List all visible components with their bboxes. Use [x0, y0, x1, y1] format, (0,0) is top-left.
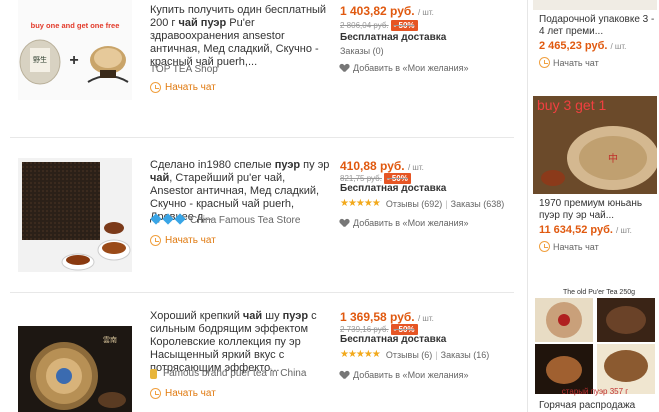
free-shipping-label: Бесплатная доставка — [340, 183, 447, 194]
diamond-badge-icon — [150, 213, 186, 226]
orders-link[interactable]: Заказы (16) — [441, 350, 490, 360]
price: 410,88 руб. / шт. — [340, 159, 424, 173]
recommended-price: 2 465,23 руб. / шт. — [539, 40, 627, 52]
discount-badge: - 50% — [390, 20, 418, 31]
store-name[interactable]: TOP TEA Shop — [150, 64, 218, 75]
svg-text:雲南: 雲南 — [103, 335, 117, 344]
product-title[interactable]: Хороший крепкий чай шу пуэр с сильным бо… — [150, 310, 330, 375]
product-image[interactable]: buy one and get one free 野生 + — [18, 0, 132, 100]
old-price: 2 806,04 руб. - 50% — [340, 20, 418, 31]
image-caption: старый пуэр 357 г — [562, 387, 628, 396]
divider — [10, 137, 514, 138]
start-chat-button[interactable]: Начать чат — [150, 82, 216, 93]
recommended-title[interactable]: 1970 премиум юньань пуэр пу эр чай... — [539, 198, 657, 222]
add-to-wishlist-button[interactable]: Добавить в «Мои желания» — [340, 218, 469, 228]
recommended-sidebar: Подарочной упаковке 3 - 4 лет преми... 2… — [533, 0, 659, 412]
chat-icon — [539, 57, 550, 68]
price: 1 403,82 руб. / шт. — [340, 4, 434, 18]
start-chat-button[interactable]: Начать чат — [539, 241, 599, 252]
svg-text:野生: 野生 — [33, 55, 47, 64]
product-item: Сделано in1980 спелые пуэр пу эр чай, Ст… — [0, 137, 524, 292]
recommended-title[interactable]: Горячая распродажа — [539, 400, 657, 412]
recommended-image[interactable]: 中 buy 3 get 1 — [533, 96, 657, 194]
svg-text:+: + — [69, 52, 78, 69]
product-image[interactable] — [18, 158, 132, 272]
divider — [10, 292, 514, 293]
search-results-page: buy one and get one free 野生 + Купить пол… — [0, 0, 659, 412]
store-link[interactable]: TOP TEA Shop — [150, 64, 218, 75]
price: 1 369,58 руб. / шт. — [340, 310, 434, 324]
recommended-image[interactable]: The old Pu'er Tea 250g старый пуэр 357 г — [533, 286, 657, 398]
recommended-image[interactable] — [533, 0, 657, 10]
free-shipping-label: Бесплатная доставка — [340, 32, 447, 43]
product-item: buy one and get one free 野生 + Купить пол… — [0, 0, 524, 137]
product-list: buy one and get one free 野生 + Купить пол… — [0, 0, 524, 412]
promo-banner-text: buy one and get one free — [31, 21, 120, 30]
start-chat-button[interactable]: Начать чат — [150, 388, 216, 399]
reviews-link[interactable]: Отзывы (692) — [386, 199, 442, 209]
add-to-wishlist-button[interactable]: Добавить в «Мои желания» — [340, 63, 469, 73]
promo-banner-text: The old Pu'er Tea 250g — [563, 289, 635, 296]
chat-icon — [539, 241, 550, 252]
product-image[interactable]: 雲南 — [18, 326, 132, 412]
chat-icon — [150, 235, 161, 246]
column-divider — [527, 0, 528, 412]
orders-count[interactable]: Заказы (0) — [340, 46, 384, 56]
heart-icon — [340, 219, 349, 227]
product-title[interactable]: Купить получить один бесплатный 200 г ча… — [150, 4, 330, 69]
heart-icon — [340, 64, 349, 72]
store-name[interactable]: China Famous Tea Store — [190, 215, 300, 226]
add-to-wishlist-button[interactable]: Добавить в «Мои желания» — [340, 370, 469, 380]
svg-text:中: 中 — [608, 152, 618, 165]
free-shipping-label: Бесплатная доставка — [340, 334, 447, 345]
recommended-price: 11 634,52 руб. / шт. — [539, 224, 632, 236]
chat-icon — [150, 82, 161, 93]
store-name[interactable]: Famous brand puer tea in China — [163, 368, 306, 379]
store-link[interactable]: Famous brand puer tea in China — [150, 368, 306, 379]
orders-link[interactable]: Заказы (638) — [451, 199, 505, 209]
promo-banner-text: buy 3 get 1 — [537, 97, 606, 113]
reviews-link[interactable]: Отзывы (6) — [386, 350, 432, 360]
chat-icon — [150, 388, 161, 399]
product-item: 雲南 Хороший крепкий чай шу пуэр с сильным… — [0, 292, 524, 412]
recommended-title[interactable]: Подарочной упаковке 3 - 4 лет преми... — [539, 14, 657, 38]
medal-badge-icon — [150, 368, 157, 379]
heart-icon — [340, 371, 349, 379]
start-chat-button[interactable]: Начать чат — [539, 57, 599, 68]
rating-stars: ★★★★★ — [340, 349, 381, 360]
rating-stars: ★★★★★ — [340, 198, 381, 209]
start-chat-button[interactable]: Начать чат — [150, 235, 216, 246]
rating-row: ★★★★★ Отзывы (6) | Заказы (16) — [340, 349, 490, 360]
rating-row: ★★★★★ Отзывы (692) | Заказы (638) — [340, 198, 505, 209]
store-link[interactable]: China Famous Tea Store — [150, 213, 300, 226]
